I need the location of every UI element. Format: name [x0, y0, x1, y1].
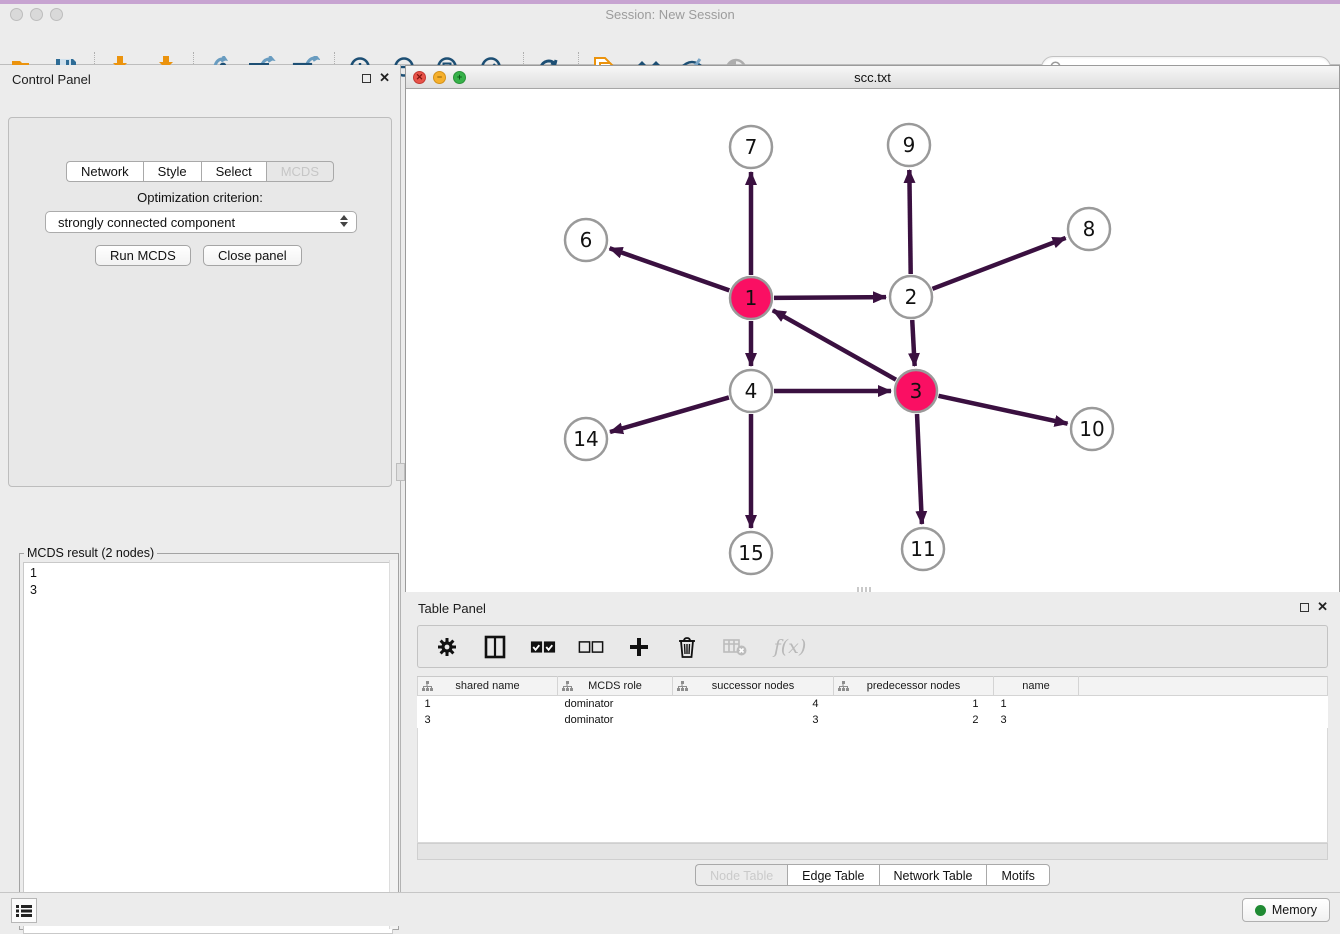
table-row[interactable]: 1dominator411 [418, 696, 1328, 712]
svg-text:10: 10 [1079, 417, 1104, 441]
close-panel-icon[interactable]: ✕ [379, 73, 390, 83]
select-stepper-icon [340, 215, 348, 227]
svg-text:15: 15 [738, 541, 763, 565]
graph-node-4[interactable]: 4 [730, 370, 772, 412]
graph-node-14[interactable]: 14 [565, 418, 607, 460]
tab-network[interactable]: Network [66, 161, 143, 182]
window-title: Session: New Session [0, 7, 1340, 22]
graph-node-1[interactable]: 1 [730, 277, 772, 319]
control-panel-title: Control Panel [12, 72, 91, 87]
run-mcds-button[interactable]: Run MCDS [95, 245, 191, 266]
show-columns-icon[interactable] [482, 634, 508, 660]
graph-node-10[interactable]: 10 [1071, 408, 1113, 450]
column-header-MCDS-role[interactable]: MCDS role [558, 677, 673, 696]
graph-edge-3-10[interactable] [938, 396, 1067, 424]
table-tabs: Node TableEdge TableNetwork TableMotifs [405, 864, 1340, 886]
svg-text:6: 6 [580, 228, 593, 252]
graph-edge-2-8[interactable] [932, 238, 1065, 289]
select-all-columns-icon[interactable] [530, 634, 556, 660]
status-bar: Memory [0, 892, 1340, 926]
column-header-predecessor-nodes[interactable]: predecessor nodes [834, 677, 994, 696]
svg-text:11: 11 [910, 537, 935, 561]
table-row[interactable]: 3dominator323 [418, 712, 1328, 728]
memory-label: Memory [1272, 903, 1317, 917]
tab-edge-table[interactable]: Edge Table [787, 864, 878, 886]
memory-status-dot [1255, 905, 1266, 916]
task-history-button[interactable] [11, 898, 37, 923]
network-view-window: ✕ − + scc.txt 7 9 6 8 1 2 4 3 14 10 15 11 [405, 65, 1340, 592]
mcds-result-text[interactable]: 1 3 [23, 562, 393, 934]
mcds-result-box: MCDS result (2 nodes) 1 3 [19, 546, 399, 930]
graph-edges [610, 170, 1068, 528]
unselect-all-columns-icon[interactable] [578, 634, 604, 660]
network-window-titlebar: ✕ − + scc.txt [406, 66, 1339, 89]
svg-text:14: 14 [573, 427, 598, 451]
close-panel-button[interactable]: Close panel [203, 245, 302, 266]
tab-mcds[interactable]: MCDS [266, 161, 334, 182]
graph-node-11[interactable]: 11 [902, 528, 944, 570]
svg-text:4: 4 [745, 379, 758, 403]
svg-text:8: 8 [1083, 217, 1096, 241]
optimization-criterion-select[interactable]: strongly connected component [45, 211, 357, 233]
svg-text:3: 3 [910, 379, 923, 403]
optimization-criterion-value: strongly connected component [58, 215, 235, 230]
tab-select[interactable]: Select [201, 161, 266, 182]
table-header-row: shared nameMCDS rolesuccessor nodesprede… [418, 677, 1328, 696]
optimization-criterion-label: Optimization criterion: [9, 190, 391, 205]
column-header-shared-name[interactable]: shared name [418, 677, 558, 696]
tab-style[interactable]: Style [143, 161, 201, 182]
network-graph: 7 9 6 8 1 2 4 3 14 10 15 11 [406, 89, 1339, 592]
graph-edge-2-3[interactable] [912, 320, 914, 366]
table-panel-title: Table Panel [418, 601, 486, 616]
close-table-panel-icon[interactable]: ✕ [1317, 602, 1328, 612]
table-horizontal-scrollbar[interactable] [417, 843, 1328, 860]
graph-node-6[interactable]: 6 [565, 219, 607, 261]
graph-node-15[interactable]: 15 [730, 532, 772, 574]
table-settings-gear-icon[interactable] [434, 634, 460, 660]
graph-node-3[interactable]: 3 [895, 370, 937, 412]
mcds-result-scrollbar[interactable] [389, 560, 398, 929]
graph-edge-2-9[interactable] [909, 170, 910, 274]
column-header-successor-nodes[interactable]: successor nodes [673, 677, 834, 696]
main-toolbar [0, 24, 1340, 65]
table-panel: Table Panel ✕ f(x) shared nam [405, 595, 1340, 890]
graph-node-8[interactable]: 8 [1068, 208, 1110, 250]
mcds-result-title: MCDS result (2 nodes) [24, 546, 157, 560]
list-icon [16, 904, 32, 918]
graph-edge-4-14[interactable] [610, 397, 729, 432]
svg-text:1: 1 [745, 286, 758, 310]
function-builder-icon-disabled[interactable]: f(x) [770, 634, 810, 660]
control-panel: Control Panel ✕ Optimization criterion: … [0, 65, 401, 892]
svg-text:7: 7 [745, 135, 758, 159]
delete-column-trash-icon[interactable] [674, 634, 700, 660]
memory-button[interactable]: Memory [1242, 898, 1330, 922]
tab-node-table[interactable]: Node Table [695, 864, 787, 886]
graph-edge-1-2[interactable] [774, 297, 886, 298]
network-window-resize-grip[interactable] [857, 587, 871, 592]
network-window-title: scc.txt [406, 70, 1339, 85]
titlebar: Session: New Session [0, 4, 1340, 24]
delete-table-icon-disabled[interactable] [722, 634, 748, 660]
node-table: shared nameMCDS rolesuccessor nodesprede… [417, 676, 1328, 728]
network-canvas[interactable]: 7 9 6 8 1 2 4 3 14 10 15 11 [406, 89, 1339, 592]
graph-edge-1-6[interactable] [610, 248, 730, 290]
graph-node-7[interactable]: 7 [730, 126, 772, 168]
column-header-name[interactable]: name [994, 677, 1079, 696]
tab-motifs[interactable]: Motifs [986, 864, 1049, 886]
table-toolbar: f(x) [417, 625, 1328, 668]
graph-edge-3-1[interactable] [773, 310, 896, 379]
panel-splitter-handle[interactable] [396, 463, 405, 481]
svg-text:2: 2 [905, 285, 918, 309]
graph-edge-3-11[interactable] [917, 414, 922, 524]
create-column-icon[interactable] [626, 634, 652, 660]
float-panel-icon[interactable] [362, 74, 371, 83]
svg-text:9: 9 [903, 133, 916, 157]
float-table-panel-icon[interactable] [1300, 603, 1309, 612]
control-panel-tabs: NetworkStyleSelectMCDS [0, 161, 400, 182]
tab-network-table[interactable]: Network Table [879, 864, 987, 886]
graph-node-2[interactable]: 2 [890, 276, 932, 318]
graph-node-9[interactable]: 9 [888, 124, 930, 166]
